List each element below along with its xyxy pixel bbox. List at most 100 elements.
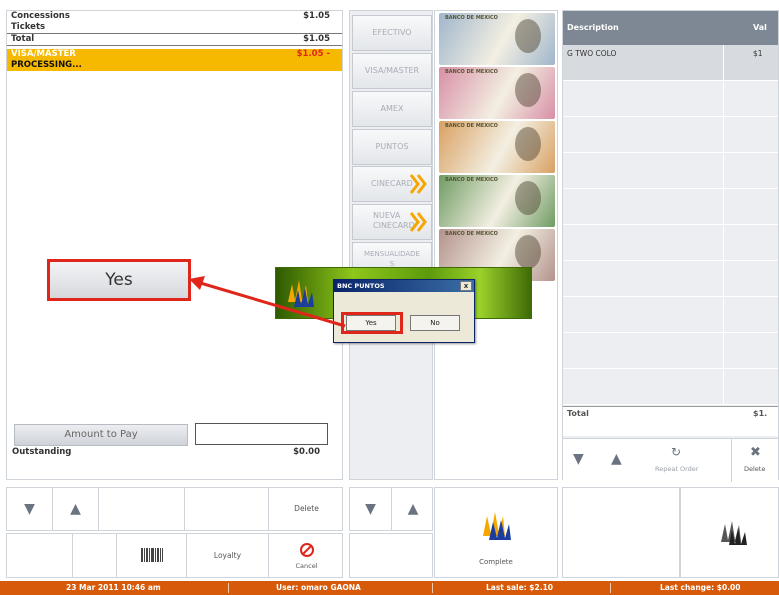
table-row	[563, 369, 778, 405]
bill-portrait	[515, 235, 541, 269]
summary-amount: $1.05	[303, 11, 330, 21]
bill-label: BANCO DE MEXICO	[445, 69, 498, 75]
toolbar-empty-cell	[562, 487, 680, 578]
chevron-up-icon: ▲	[70, 501, 81, 517]
column-header-value: Val	[753, 23, 767, 32]
payment-nueva-cinecard-button[interactable]: NUEVA CINECARD	[352, 204, 432, 240]
bill-portrait	[515, 127, 541, 161]
order-item-value: $1	[753, 49, 763, 58]
outstanding-value: $0.00	[293, 447, 320, 457]
toolbar-empty-cell	[99, 488, 185, 530]
transaction-summary-panel: Concessions $1.05 Tickets Total $1.05 VI…	[6, 10, 343, 480]
chevron-down-icon: ▼	[24, 501, 35, 517]
repeat-order-button[interactable]: ↻ Repeat Order	[649, 439, 707, 482]
status-divider	[432, 583, 433, 593]
column-divider	[723, 297, 724, 332]
payment-scroll-down-button[interactable]: ▼	[350, 488, 392, 530]
order-total-value: $1.	[753, 409, 768, 418]
summary-amount: $1.05 -	[296, 49, 330, 59]
bill-button[interactable]: BANCO DE MEXICO	[439, 67, 555, 119]
payment-puntos-button[interactable]: PUNTOS	[352, 129, 432, 165]
status-last-change: Last change: $0.00	[660, 583, 741, 592]
cash-bills-column: BANCO DE MEXICO BANCO DE MEXICO BANCO DE…	[434, 10, 558, 480]
hands-button[interactable]	[680, 487, 779, 578]
close-icon: x	[463, 282, 469, 290]
left-toolbar-row2: Loyalty Cancel	[6, 533, 343, 578]
scroll-down-icon[interactable]: ▼	[573, 451, 584, 467]
order-delete-button[interactable]: ✖ Delete	[731, 439, 779, 482]
dialog-close-button[interactable]: x	[460, 281, 472, 291]
bill-button[interactable]: BANCO DE MEXICO	[439, 121, 555, 173]
order-total-label: Total	[567, 409, 589, 418]
bill-button[interactable]: BANCO DE MEXICO	[439, 175, 555, 227]
bill-button[interactable]: BANCO DE MEXICO	[439, 13, 555, 65]
chevron-up-icon: ▲	[407, 501, 419, 517]
table-row	[563, 261, 778, 297]
table-row	[563, 333, 778, 369]
payment-scroll-up-button[interactable]: ▲	[392, 488, 434, 530]
bill-portrait	[515, 181, 541, 215]
bill-label: BANCO DE MEXICO	[445, 231, 498, 237]
toolbar-empty-cell	[349, 533, 433, 578]
payment-visa-master-button[interactable]: VISA/MASTER	[352, 53, 432, 89]
barcode-button[interactable]	[117, 534, 187, 577]
table-row	[563, 189, 778, 225]
column-divider	[723, 189, 724, 224]
order-items-panel: Description Val G TWO COLO $1 Total $1. …	[562, 10, 779, 482]
bill-portrait	[515, 19, 541, 53]
cinecard-label: CINECARD	[371, 179, 413, 188]
outstanding-label: Outstanding	[12, 447, 72, 457]
summary-row-tickets: Tickets	[7, 22, 342, 33]
payment-cinecard-button[interactable]: CINECARD	[352, 166, 432, 202]
cancel-button[interactable]: Cancel	[269, 534, 344, 577]
yes-highlight-box	[341, 312, 403, 334]
left-toolbar-row1: ▼ ▲ Delete	[6, 487, 343, 531]
scroll-up-button[interactable]: ▲	[53, 488, 99, 530]
payment-amex-button[interactable]: AMEX	[352, 91, 432, 127]
barcode-icon	[141, 548, 163, 562]
repeat-order-label: Repeat Order	[655, 465, 699, 473]
cancel-label: Cancel	[295, 562, 318, 570]
column-divider	[723, 369, 724, 404]
loyalty-button[interactable]: Loyalty	[187, 534, 269, 577]
toolbar-empty-cell	[73, 534, 117, 577]
table-row	[563, 153, 778, 189]
bill-label: BANCO DE MEXICO	[445, 15, 498, 21]
status-divider	[610, 583, 611, 593]
complete-button[interactable]: Complete	[434, 487, 558, 578]
summary-row-payment: VISA/MASTER $1.05 -	[7, 49, 342, 60]
delete-button[interactable]: Delete	[269, 488, 344, 530]
bill-label: BANCO DE MEXICO	[445, 177, 498, 183]
table-row	[563, 81, 778, 117]
toolbar-empty-cell	[7, 534, 73, 577]
table-row	[563, 225, 778, 261]
summary-amount: $1.05	[303, 34, 330, 44]
order-item-description: G TWO COLO	[567, 49, 617, 58]
table-row	[563, 117, 778, 153]
table-row	[563, 297, 778, 333]
callout-arrow-icon	[189, 276, 346, 328]
hands-logo-icon	[483, 512, 511, 540]
order-toolbar: ▼ ▲ ↻ Repeat Order ✖ Delete	[563, 438, 779, 482]
scroll-down-button[interactable]: ▼	[7, 488, 53, 530]
amount-to-pay-input[interactable]	[195, 423, 328, 445]
complete-label: Complete	[479, 558, 513, 566]
status-last-sale: Last sale: $2.10	[486, 583, 554, 592]
payment-methods-column: EFECTIVO VISA/MASTER AMEX PUNTOS CINECAR…	[349, 10, 433, 480]
chevron-right-icon	[409, 212, 427, 232]
scroll-up-icon[interactable]: ▲	[611, 451, 622, 467]
dialog-title-bar: BNC PUNTOS x	[334, 280, 474, 292]
chevron-right-icon	[409, 174, 427, 194]
summary-row-processing: PROCESSING...	[7, 60, 342, 71]
column-divider	[723, 333, 724, 368]
outstanding-row: Outstanding $0.00	[12, 447, 332, 459]
dialog-no-button[interactable]: No	[410, 315, 460, 331]
column-divider	[723, 81, 724, 116]
bill-label: BANCO DE MEXICO	[445, 123, 498, 129]
amount-to-pay-button[interactable]: Amount to Pay	[14, 424, 188, 446]
cancel-icon	[300, 543, 314, 557]
delete-x-icon: ✖	[750, 445, 761, 460]
column-divider	[723, 261, 724, 296]
payment-efectivo-button[interactable]: EFECTIVO	[352, 15, 432, 51]
hands-gray-icon	[721, 521, 747, 545]
